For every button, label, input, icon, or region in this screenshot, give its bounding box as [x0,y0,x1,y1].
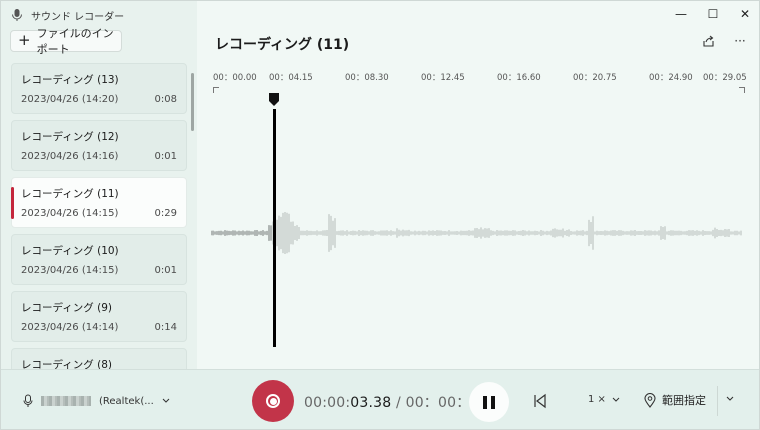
chevron-down-icon [162,398,170,403]
time-separator: / [396,395,401,411]
record-icon [266,394,280,408]
window-controls: — ☐ ✕ [665,1,759,27]
recording-date: 2023/04/26 (14:20) [21,94,119,105]
timeline-tick: 00：20.75 [573,73,617,83]
range-select-button[interactable]: 範囲指定 [644,392,706,408]
recording-date: 2023/04/26 (14:15) [21,265,119,276]
recording-duration: 0:14 [154,322,177,333]
current-time-prefix: 00:00: [304,395,351,411]
waveform[interactable] [211,97,745,357]
playback-time: 00:00:03.38 / 00：00：29 [304,392,489,412]
more-button[interactable]: ··· [733,34,747,48]
list-scrollbar[interactable] [191,73,194,131]
minimize-button[interactable]: — [665,1,697,27]
title-bar: サウンド レコーダー [11,6,124,24]
microphone-icon [23,394,33,407]
timeline-tick: 00：04.15 [269,73,313,83]
app-microphone-icon [12,9,22,21]
divider [717,386,718,416]
recording-name: レコーディング (8) [21,359,112,369]
recording-name: レコーディング (11) [21,188,119,200]
selection-bracket-right[interactable] [739,87,745,93]
timeline-tick: 00：12.45 [421,73,465,83]
skip-back-button[interactable] [533,393,547,409]
sound-recorder-window: サウンド レコーダー + ファイルのインポート レコーディング (13) 202… [0,0,760,430]
playhead-handle[interactable] [269,93,279,106]
more-icon: ··· [734,34,746,48]
recording-item[interactable]: レコーディング (10) 2023/04/26 (14:15) 0:01 [11,234,187,285]
playback-bar: (Realtek(... 00:00:03.38 / 00：00：29 1 × [1,369,759,429]
pause-icon [483,395,487,409]
playhead-line[interactable] [273,109,276,347]
recording-item-selected[interactable]: レコーディング (11) 2023/04/26 (14:15) 0:29 [11,177,187,228]
range-label: 範囲指定 [662,394,706,407]
recording-item[interactable]: レコーディング (8) [11,348,187,369]
recording-item[interactable]: レコーディング (9) 2023/04/26 (14:14) 0:14 [11,291,187,342]
recording-date: 2023/04/26 (14:15) [21,208,119,219]
selection-bracket-left[interactable] [213,87,219,93]
player-pane: — ☐ ✕ レコーディング (11) ··· 00：00.00 00：04.15… [197,1,759,369]
timeline-tick: 00：24.90 [649,73,693,83]
recording-name: レコーディング (13) [21,74,119,86]
chevron-down-icon [612,397,620,402]
recordings-pane: サウンド レコーダー + ファイルのインポート レコーディング (13) 202… [1,1,197,369]
close-button[interactable]: ✕ [729,1,759,27]
recording-duration: 0:08 [154,94,177,105]
speed-label: 1 × [588,394,606,405]
share-icon [702,35,714,47]
app-title: サウンド レコーダー [31,11,125,23]
device-name-redacted [41,396,91,406]
maximize-button[interactable]: ☐ [697,1,729,27]
more-options-chevron[interactable] [725,394,735,404]
current-time-seconds: 03.38 [350,395,392,411]
recordings-list: レコーディング (13) 2023/04/26 (14:20) 0:08 レコーデ… [11,63,187,369]
timeline-tick: 00：29.05 [703,73,747,83]
playback-speed-selector[interactable]: 1 × [588,394,620,406]
recording-duration: 0:01 [154,151,177,162]
recording-date: 2023/04/26 (14:16) [21,151,119,162]
recording-item[interactable]: レコーディング (12) 2023/04/26 (14:16) 0:01 [11,120,187,171]
recording-name: レコーディング (12) [21,131,119,143]
recording-name: レコーディング (9) [21,302,112,314]
record-button[interactable] [252,380,294,422]
import-file-button[interactable]: + ファイルのインポート [10,27,122,56]
plus-icon: + [18,31,31,49]
pause-button[interactable] [469,382,509,422]
recording-name: レコーディング (10) [21,245,119,257]
share-button[interactable] [701,34,715,48]
top-actions: ··· [701,34,747,48]
input-device-selector[interactable]: (Realtek(... [23,394,170,408]
import-label: ファイルのインポート [36,27,114,56]
recording-date: 2023/04/26 (14:14) [21,322,119,333]
recording-item[interactable]: レコーディング (13) 2023/04/26 (14:20) 0:08 [11,63,187,114]
timeline-tick: 00：08.30 [345,73,389,83]
timeline-ruler: 00：00.00 00：04.15 00：08.30 00：12.45 00：1… [197,71,759,87]
device-label: (Realtek(... [99,395,154,407]
timeline-tick: 00：16.60 [497,73,541,83]
location-pin-icon [644,392,656,408]
recording-title: レコーディング (11) [215,37,350,53]
recording-duration: 0:01 [154,265,177,276]
recording-duration: 0:29 [154,208,177,219]
timeline-tick: 00：00.00 [213,73,257,83]
